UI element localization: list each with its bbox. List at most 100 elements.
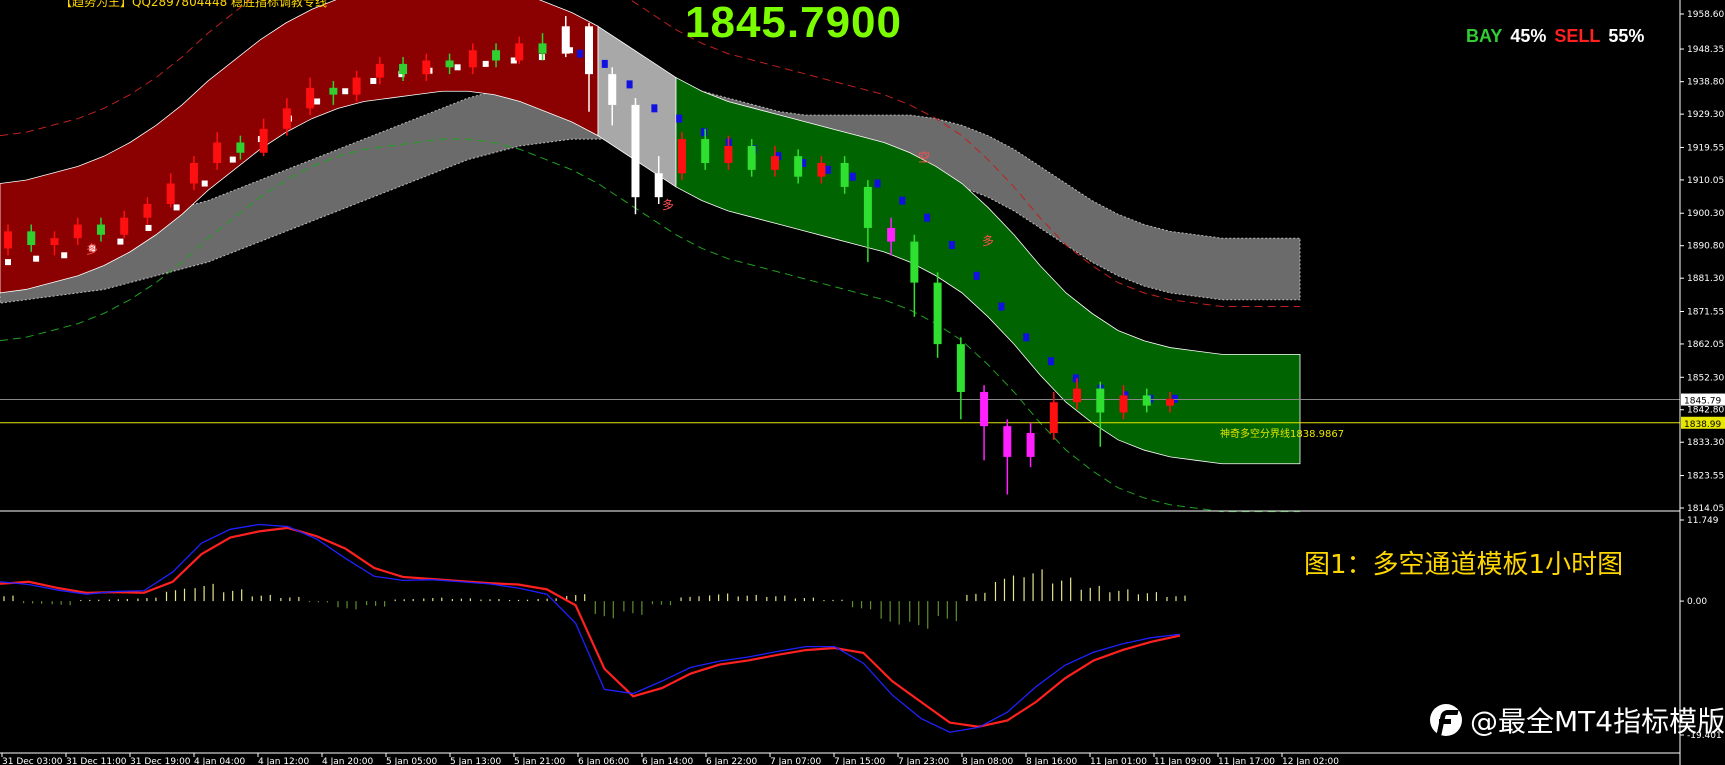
candle-body (817, 163, 826, 177)
candle-body (747, 145, 756, 170)
candle-body (887, 227, 896, 242)
candle-body (1166, 398, 1174, 406)
candle-body (189, 163, 198, 184)
trend-dot-white (173, 204, 180, 211)
y-tick-label: 1958.60 (1687, 10, 1724, 20)
candle-body (770, 156, 779, 170)
figure-caption: 图1：多空通道模板1小时图 (1304, 550, 1624, 580)
y-tick-label: 1862.05 (1687, 340, 1724, 350)
candle-body (515, 43, 524, 61)
candle-body (1119, 395, 1128, 413)
x-tick-label: 11 Jan 09:00 (1154, 757, 1211, 765)
candle-body (608, 74, 617, 105)
candle-body (306, 87, 315, 109)
chart-canvas: 神奇多空分界线1838.9867多多空多 1958.601948.351938.… (0, 0, 1725, 765)
trend-dot-blue (899, 196, 906, 205)
candle-body (654, 173, 663, 198)
osc-y-tick-label: 0.00 (1687, 597, 1707, 607)
top-note-text: 【趋势为王】QQ2897804448 稳胜指标调教专线 (60, 0, 328, 9)
candle-body (445, 60, 454, 68)
x-tick-label: 5 Jan 13:00 (450, 757, 502, 765)
divider-line-label: 神奇多空分界线1838.9867 (1220, 427, 1344, 440)
x-tick-label: 11 Jan 17:00 (1218, 757, 1275, 765)
candle-body (1073, 388, 1082, 403)
watermark-text: @最全MT4指标模版 (1470, 705, 1725, 738)
y-tick-label: 1852.30 (1687, 373, 1724, 383)
x-tick-label: 5 Jan 05:00 (386, 757, 438, 765)
trend-dot-blue (998, 302, 1005, 311)
candle-body (863, 186, 872, 228)
candle-body (96, 224, 105, 235)
trend-dot-white (229, 156, 236, 163)
x-tick-label: 4 Jan 04:00 (194, 757, 246, 765)
trend-dot-white (5, 259, 11, 266)
y-tick-label: 1814.05 (1687, 504, 1724, 514)
x-tick-label: 7 Jan 23:00 (898, 757, 950, 765)
trend-dot-white (370, 77, 377, 84)
trend-dot-white (201, 180, 208, 187)
y-tick-label: 1881.30 (1687, 274, 1724, 284)
x-tick-label: 6 Jan 22:00 (706, 757, 758, 765)
signal-line-blue (0, 523, 1181, 733)
y-tick-label: 1900.30 (1687, 209, 1724, 219)
trend-dot-blue (1048, 357, 1055, 366)
y-tick-label: 1871.55 (1687, 307, 1724, 317)
candle-body (329, 87, 338, 95)
oscillator-panel[interactable] (0, 523, 1186, 733)
main-price-panel[interactable]: 神奇多空分界线1838.9867多多空多 (0, 0, 1680, 513)
trend-dot-white (33, 255, 40, 262)
candle-body (73, 224, 82, 239)
candle-body (27, 231, 36, 246)
sell-label: SELL (1554, 26, 1601, 46)
trend-dot-white (314, 98, 321, 105)
trend-dot-white (454, 64, 461, 71)
sell-percent: 55% (1608, 26, 1645, 46)
trend-dot-white (342, 88, 349, 95)
trend-dot-white (61, 252, 68, 259)
x-tick-label: 7 Jan 07:00 (770, 757, 822, 765)
x-tick-label: 12 Jan 02:00 (1282, 757, 1339, 765)
signal-marker: 多 (982, 234, 994, 248)
candle-body (724, 145, 733, 164)
y-tick-label: 1919.55 (1687, 143, 1724, 153)
trend-dot-blue (577, 49, 583, 58)
candle-body (422, 60, 431, 75)
candle-body (259, 128, 268, 153)
signal-marker: 多 (662, 198, 674, 212)
trend-dot-blue (1023, 333, 1030, 342)
candle-body (980, 391, 989, 427)
y-tick-label: 1890.80 (1687, 242, 1724, 252)
y-tick-label: 1842.80 (1687, 406, 1724, 416)
y-tick-label: 1948.35 (1687, 45, 1724, 55)
x-tick-label: 31 Dec 11:00 (66, 757, 127, 765)
x-tick-label: 31 Dec 19:00 (130, 757, 191, 765)
x-tick-label: 11 Jan 01:00 (1090, 757, 1147, 765)
osc-y-tick-label: 11.749 (1687, 516, 1719, 526)
x-tick-label: 6 Jan 06:00 (578, 757, 630, 765)
trend-dot-blue (948, 241, 955, 250)
trend-dot-white (117, 238, 124, 245)
y-tick-label: 1910.05 (1687, 176, 1724, 186)
trend-dot-blue (626, 80, 633, 89)
candle-body (956, 344, 965, 392)
candle-body (677, 139, 686, 174)
trend-dot-blue (973, 271, 980, 280)
buy-percent: 45% (1510, 26, 1547, 46)
candle-body (538, 43, 547, 54)
candle-body (933, 282, 942, 345)
y-tick-label: 1823.55 (1687, 472, 1724, 482)
candle-body (352, 77, 361, 95)
candle-body (282, 108, 291, 129)
x-tick-label: 7 Jan 15:00 (834, 757, 886, 765)
candle-body (794, 156, 803, 177)
trend-dot-blue (849, 172, 856, 181)
trend-dot-blue (676, 114, 683, 123)
candle-body (50, 238, 59, 246)
x-tick-label: 4 Jan 12:00 (258, 757, 310, 765)
trend-dot-blue (601, 59, 608, 68)
x-tick-label: 8 Jan 16:00 (1026, 757, 1078, 765)
candle-body (375, 63, 384, 78)
candle-body (1026, 432, 1035, 457)
candle-body (1003, 426, 1012, 457)
y-tick-label: 1833.30 (1687, 438, 1724, 448)
